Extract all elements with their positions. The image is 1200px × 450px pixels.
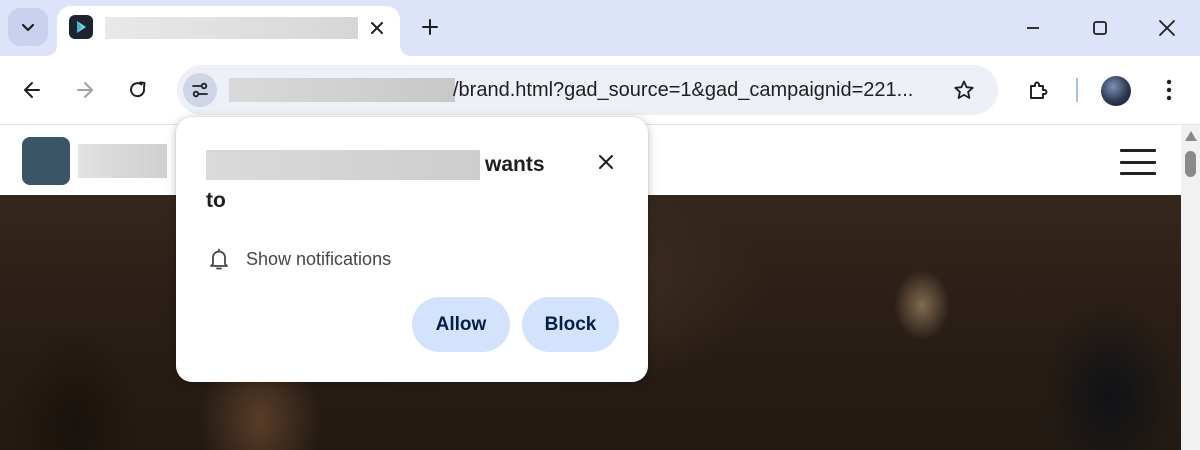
address-bar[interactable]: /brand.html?gad_source=1&gad_campaignid=… xyxy=(177,65,998,115)
toolbar-divider xyxy=(1076,78,1078,102)
maximize-button[interactable] xyxy=(1078,8,1122,48)
bell-icon xyxy=(210,248,228,270)
browser-menu-button[interactable] xyxy=(1152,73,1186,107)
more-vert-icon xyxy=(1166,79,1172,101)
arrow-right-icon xyxy=(77,82,93,98)
prompt-close-button[interactable] xyxy=(592,148,620,176)
bookmark-button[interactable] xyxy=(947,73,981,107)
close-icon xyxy=(599,155,613,169)
forward-button[interactable] xyxy=(68,73,102,107)
site-favicon xyxy=(69,15,93,39)
scroll-up-arrow[interactable] xyxy=(1185,131,1197,141)
maximize-icon xyxy=(1093,21,1107,35)
prompt-site-name xyxy=(206,150,480,180)
arrow-left-icon xyxy=(24,82,40,98)
permission-label: Show notifications xyxy=(246,248,392,269)
extensions-button[interactable] xyxy=(1020,73,1056,109)
tab-strip xyxy=(0,0,1200,56)
close-window-button[interactable] xyxy=(1145,8,1189,48)
back-button[interactable] xyxy=(15,73,49,107)
site-info-button[interactable] xyxy=(183,73,217,107)
notification-permission-prompt: wants to Show notifications Allow Block xyxy=(176,117,648,382)
scroll-thumb[interactable] xyxy=(1185,151,1196,177)
url-path: /brand.html?gad_source=1&gad_campaignid=… xyxy=(453,79,914,101)
toolbar: /brand.html?gad_source=1&gad_campaignid=… xyxy=(0,56,1200,125)
menu-button[interactable] xyxy=(1120,149,1156,175)
chevron-down-icon xyxy=(21,23,35,32)
active-tab[interactable] xyxy=(47,6,410,56)
new-tab-button[interactable] xyxy=(414,11,446,43)
star-icon xyxy=(954,80,974,99)
menu-icon-bar xyxy=(1120,160,1156,164)
page-scrollbar[interactable] xyxy=(1181,125,1200,450)
puzzle-icon xyxy=(1030,81,1048,99)
reload-button[interactable] xyxy=(121,73,155,107)
profile-avatar[interactable] xyxy=(1101,76,1131,106)
tab-title xyxy=(105,17,358,39)
close-icon xyxy=(371,22,383,34)
allow-button[interactable]: Allow xyxy=(412,297,510,352)
block-button[interactable]: Block xyxy=(522,297,619,352)
tune-icon xyxy=(192,82,208,98)
plus-icon xyxy=(422,19,438,35)
minimize-button[interactable] xyxy=(1011,8,1055,48)
menu-icon-bar xyxy=(1120,149,1156,152)
close-icon xyxy=(1159,20,1175,36)
prompt-title: wants xyxy=(485,153,545,176)
tab-search-button[interactable] xyxy=(8,8,48,46)
url-host xyxy=(229,78,455,102)
tab-close-button[interactable] xyxy=(365,16,389,40)
site-logo[interactable] xyxy=(22,137,70,185)
site-name xyxy=(78,144,167,178)
prompt-title-continued: to xyxy=(206,189,226,212)
reload-icon xyxy=(130,81,146,98)
menu-icon-bar xyxy=(1120,172,1156,175)
minimize-icon xyxy=(1027,27,1039,29)
permission-row: Show notifications xyxy=(208,245,391,273)
